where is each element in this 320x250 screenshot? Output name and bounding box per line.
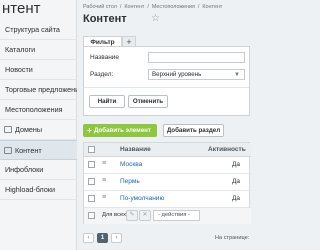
name-label: Название: [90, 54, 120, 61]
row-checkbox[interactable]: [88, 178, 95, 185]
breadcrumb-item-content[interactable]: Контент: [124, 4, 144, 10]
add-section-button[interactable]: Добавить раздел: [163, 124, 224, 137]
page-button-current[interactable]: 1: [97, 233, 108, 243]
row-menu-icon[interactable]: ≡: [102, 160, 106, 167]
divider: [84, 87, 249, 88]
section-select[interactable]: Верхний уровень ▼: [148, 69, 245, 80]
sidebar: нтент Структура сайта Каталоги Новости Т…: [0, 0, 77, 250]
plus-icon: +: [87, 126, 92, 135]
breadcrumb-separator: /: [147, 4, 149, 10]
action-select[interactable]: - действия -: [153, 210, 200, 221]
breadcrumb-separator: /: [119, 4, 122, 10]
breadcrumb: Рабочий стол / Контент / Местоположения / Конт…: [83, 4, 222, 10]
section-select-value: Верхний уровень: [152, 71, 202, 78]
table-header: Название Активность: [84, 143, 251, 157]
column-header-active[interactable]: Активность: [208, 146, 246, 153]
row-checkbox[interactable]: [88, 195, 95, 202]
delete-icon[interactable]: ✕: [139, 210, 151, 221]
sidebar-title: нтент: [2, 0, 41, 17]
table-row[interactable]: ≡ Москва Да: [84, 157, 251, 174]
sidebar-item-trade-offers[interactable]: Торговые предложения: [0, 80, 77, 100]
for-all-label: Для всех: [102, 212, 126, 218]
row-menu-icon[interactable]: ≡: [102, 194, 106, 201]
sidebar-item-label: Каталоги: [5, 45, 36, 54]
sidebar-item-domains[interactable]: Домены: [0, 120, 77, 140]
sidebar-item-label: Инфоблоки: [5, 165, 44, 174]
sidebar-item-news[interactable]: Новости: [0, 60, 77, 80]
sidebar-item-infoblocks[interactable]: Инфоблоки: [0, 160, 77, 180]
sidebar-item-label: Домены: [15, 125, 43, 134]
row-menu-icon[interactable]: ≡: [102, 177, 106, 184]
breadcrumb-separator: /: [197, 4, 200, 10]
sidebar-item-label: Торговые предложения: [5, 85, 77, 94]
sidebar-item-label: Структура сайта: [5, 25, 60, 34]
elements-table: Название Активность ≡ Москва Да ≡ Пермь …: [83, 142, 251, 224]
sidebar-item-locations[interactable]: Местоположения: [0, 100, 77, 120]
prev-page-button[interactable]: ‹: [83, 233, 94, 243]
row-active-value: Да: [232, 178, 241, 185]
next-page-button[interactable]: ›: [111, 233, 122, 243]
sidebar-item-label: Highload-блоки: [5, 185, 55, 194]
add-element-label: Добавить элемент: [94, 127, 151, 134]
sidebar-item-label: Местоположения: [5, 105, 63, 114]
sidebar-item-catalogs[interactable]: Каталоги: [0, 40, 77, 60]
breadcrumb-item-desktop[interactable]: Рабочий стол: [83, 4, 117, 10]
folder-icon: [4, 126, 12, 133]
name-input[interactable]: [148, 52, 245, 63]
table-row[interactable]: ≡ По-умолчанию Да: [84, 191, 251, 208]
filter-panel: Название Раздел: Верхний уровень ▼ Найти…: [83, 46, 250, 116]
add-element-button[interactable]: + Добавить элемент: [83, 124, 157, 137]
for-all-checkbox[interactable]: [88, 212, 95, 219]
row-name-link[interactable]: Москва: [120, 161, 142, 168]
row-active-value: Да: [232, 161, 241, 168]
folder-icon: [4, 147, 12, 154]
main-content: Рабочий стол / Контент / Местоположения / Конт…: [77, 0, 251, 250]
row-name-link[interactable]: Пермь: [120, 178, 140, 185]
chevron-down-icon: ▼: [234, 72, 240, 78]
star-icon[interactable]: ☆: [151, 13, 160, 24]
table-row[interactable]: ≡ Пермь Да: [84, 174, 251, 191]
sidebar-item-content[interactable]: Контент: [0, 140, 77, 160]
row-name-link[interactable]: По-умолчанию: [120, 195, 164, 202]
page-title: Контент: [83, 13, 127, 25]
breadcrumb-item-locations[interactable]: Местоположения: [152, 4, 195, 10]
sidebar-item-site-structure[interactable]: Структура сайта: [0, 20, 77, 40]
find-button[interactable]: Найти: [89, 95, 125, 108]
breadcrumb-item-current: Контент: [202, 4, 223, 10]
cancel-button[interactable]: Отменить: [128, 95, 168, 108]
row-active-value: Да: [232, 195, 241, 202]
edit-icon[interactable]: ✎: [126, 210, 138, 221]
sidebar-item-label: Новости: [5, 65, 33, 74]
select-all-checkbox[interactable]: [88, 146, 95, 153]
column-header-name[interactable]: Название: [120, 146, 151, 153]
sidebar-item-highload-blocks[interactable]: Highload-блоки: [0, 180, 77, 200]
sidebar-item-label: Контент: [15, 146, 42, 155]
row-checkbox[interactable]: [88, 161, 95, 168]
table-footer: Для всех ✎ ✕ - действия -: [84, 208, 251, 224]
section-label: Раздел:: [90, 71, 114, 78]
per-page-label: На странице:: [215, 235, 250, 241]
